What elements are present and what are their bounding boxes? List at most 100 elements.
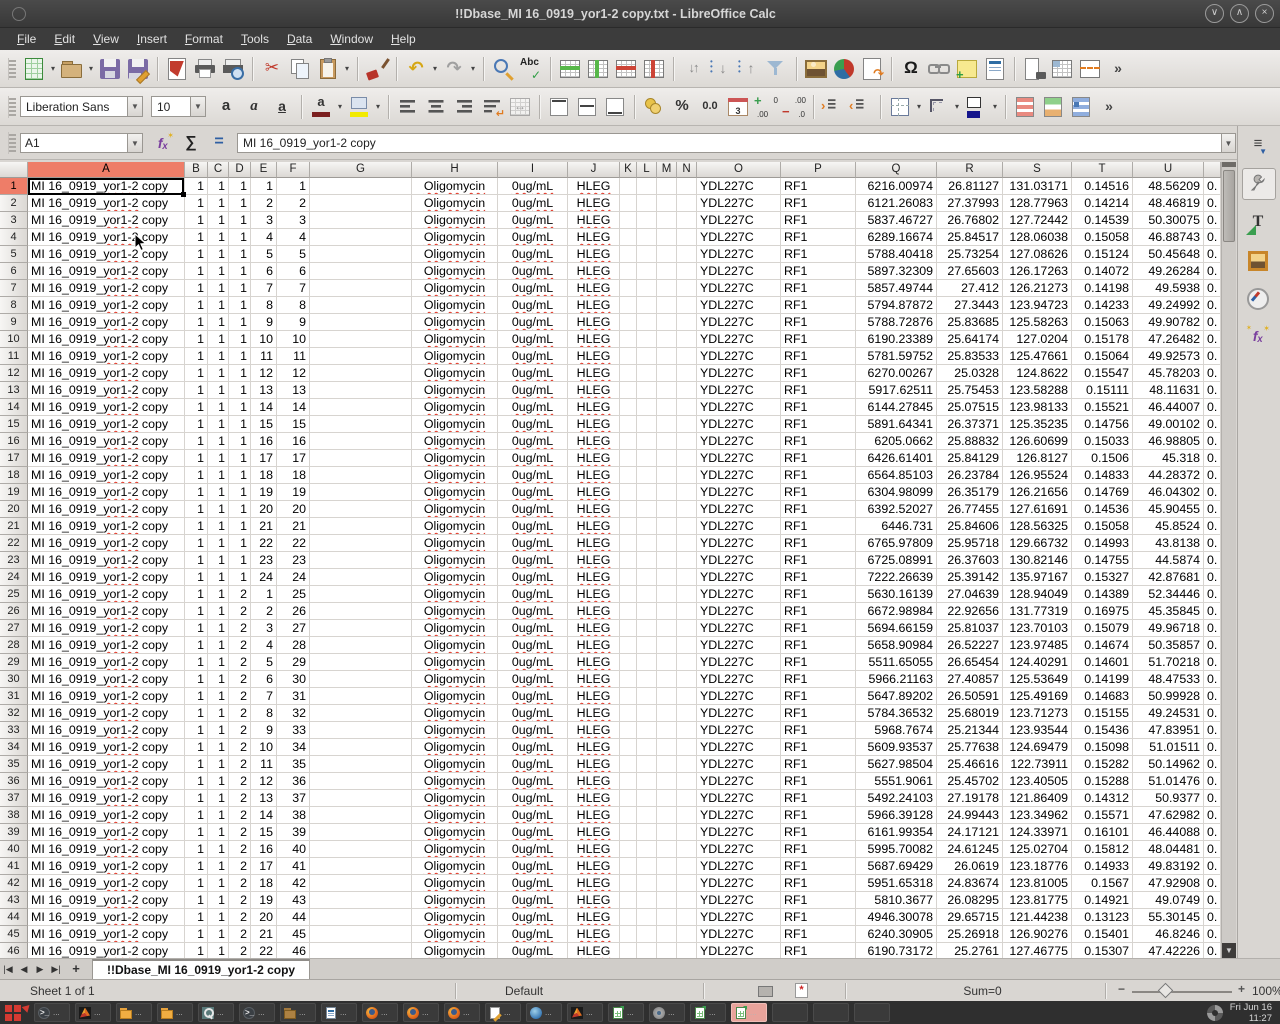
- cell-U21[interactable]: 45.8524: [1133, 518, 1204, 535]
- cell-S17[interactable]: 126.8127: [1003, 450, 1072, 467]
- cell-J24[interactable]: HLEG: [568, 569, 620, 586]
- row-header-18[interactable]: 18: [0, 467, 28, 484]
- cell-G3[interactable]: [310, 212, 412, 229]
- cell-I31[interactable]: 0ug/mL: [498, 688, 568, 705]
- sidebar-tab-navigator[interactable]: [1243, 284, 1275, 314]
- cell-G12[interactable]: [310, 365, 412, 382]
- sort-descending-icon[interactable]: •••↑: [736, 56, 762, 82]
- cell-E15[interactable]: 15: [251, 416, 277, 433]
- cell-U6[interactable]: 49.26284: [1133, 263, 1204, 280]
- cell-J41[interactable]: HLEG: [568, 858, 620, 875]
- cell-E1[interactable]: 1: [251, 178, 277, 195]
- cell-E43[interactable]: 19: [251, 892, 277, 909]
- cell-B40[interactable]: 1: [185, 841, 208, 858]
- cell-Q3[interactable]: 5837.46727: [856, 212, 937, 229]
- cell-J20[interactable]: HLEG: [568, 501, 620, 518]
- cell-A21[interactable]: MI 16_0919_yor1-2 copy: [28, 518, 185, 535]
- row-header-27[interactable]: 27: [0, 620, 28, 637]
- cell-S15[interactable]: 125.35235: [1003, 416, 1072, 433]
- cell-N26[interactable]: [677, 603, 697, 620]
- cell-T41[interactable]: 0.14933: [1072, 858, 1133, 875]
- cell-D26[interactable]: 2: [229, 603, 251, 620]
- cell-G46[interactable]: [310, 943, 412, 958]
- cell-V31[interactable]: 0.: [1204, 688, 1221, 705]
- cell-O19[interactable]: YDL227C: [697, 484, 781, 501]
- cell-F11[interactable]: 11: [277, 348, 310, 365]
- cell-E21[interactable]: 21: [251, 518, 277, 535]
- cell-P33[interactable]: RF1: [781, 722, 856, 739]
- cell-V14[interactable]: 0.: [1204, 399, 1221, 416]
- cell-M32[interactable]: [657, 705, 677, 722]
- menu-tools[interactable]: Tools: [232, 30, 278, 48]
- cell-B12[interactable]: 1: [185, 365, 208, 382]
- cell-M20[interactable]: [657, 501, 677, 518]
- row-header-45[interactable]: 45: [0, 926, 28, 943]
- cell-J25[interactable]: HLEG: [568, 586, 620, 603]
- cell-N33[interactable]: [677, 722, 697, 739]
- calc-document-icon[interactable]: [693, 1006, 707, 1020]
- row-header-23[interactable]: 23: [0, 552, 28, 569]
- cell-Q32[interactable]: 5784.36532: [856, 705, 937, 722]
- cell-C13[interactable]: 1: [208, 382, 229, 399]
- increase-indent-icon[interactable]: ›: [820, 94, 846, 120]
- zoom-in-icon[interactable]: +: [1238, 982, 1245, 996]
- taskbar-item-firefox[interactable]: ...: [444, 1003, 480, 1022]
- cell-G7[interactable]: [310, 280, 412, 297]
- cell-O6[interactable]: YDL227C: [697, 263, 781, 280]
- cell-T13[interactable]: 0.15111: [1072, 382, 1133, 399]
- cell-B9[interactable]: 1: [185, 314, 208, 331]
- cell-L21[interactable]: [637, 518, 657, 535]
- cell-C39[interactable]: 1: [208, 824, 229, 841]
- cell-J38[interactable]: HLEG: [568, 807, 620, 824]
- cell-R15[interactable]: 26.37371: [937, 416, 1003, 433]
- cell-H34[interactable]: Oligomycin: [412, 739, 498, 756]
- cell-O41[interactable]: YDL227C: [697, 858, 781, 875]
- menu-edit[interactable]: Edit: [45, 30, 84, 48]
- cell-T12[interactable]: 0.15547: [1072, 365, 1133, 382]
- cell-R36[interactable]: 25.45702: [937, 773, 1003, 790]
- cell-U18[interactable]: 44.28372: [1133, 467, 1204, 484]
- cell-R30[interactable]: 27.40857: [937, 671, 1003, 688]
- cell-U13[interactable]: 48.11631: [1133, 382, 1204, 399]
- cell-D30[interactable]: 2: [229, 671, 251, 688]
- title-bar[interactable]: !!Dbase_MI 16_0919_yor1-2 copy.txt - Lib…: [0, 0, 1280, 28]
- cell-S6[interactable]: 126.17263: [1003, 263, 1072, 280]
- cell-D31[interactable]: 2: [229, 688, 251, 705]
- cell-P5[interactable]: RF1: [781, 246, 856, 263]
- cell-O44[interactable]: YDL227C: [697, 909, 781, 926]
- cell-S29[interactable]: 124.40291: [1003, 654, 1072, 671]
- cell-M25[interactable]: [657, 586, 677, 603]
- scrollbar-thumb[interactable]: [1223, 170, 1235, 242]
- cell-L30[interactable]: [637, 671, 657, 688]
- cell-M41[interactable]: [657, 858, 677, 875]
- cell-L41[interactable]: [637, 858, 657, 875]
- cell-P19[interactable]: RF1: [781, 484, 856, 501]
- column-header-O[interactable]: O: [697, 162, 781, 178]
- cell-N38[interactable]: [677, 807, 697, 824]
- cell-P9[interactable]: RF1: [781, 314, 856, 331]
- cell-M15[interactable]: [657, 416, 677, 433]
- cell-S19[interactable]: 126.21656: [1003, 484, 1072, 501]
- cell-Q25[interactable]: 5630.16139: [856, 586, 937, 603]
- cell-V42[interactable]: 0.: [1204, 875, 1221, 892]
- formula-input[interactable]: MI 16_0919_yor1-2 copy: [237, 133, 1222, 153]
- cell-B32[interactable]: 1: [185, 705, 208, 722]
- cell-S35[interactable]: 122.73911: [1003, 756, 1072, 773]
- cell-C40[interactable]: 1: [208, 841, 229, 858]
- cell-I42[interactable]: 0ug/mL: [498, 875, 568, 892]
- cell-H31[interactable]: Oligomycin: [412, 688, 498, 705]
- cell-J1[interactable]: HLEG: [568, 178, 620, 195]
- taskbar-item-matlab[interactable]: ...: [75, 1003, 111, 1022]
- cell-G4[interactable]: [310, 229, 412, 246]
- cell-H30[interactable]: Oligomycin: [412, 671, 498, 688]
- cell-S13[interactable]: 123.58288: [1003, 382, 1072, 399]
- cell-D14[interactable]: 1: [229, 399, 251, 416]
- cell-G19[interactable]: [310, 484, 412, 501]
- sidebar-tab-sidebar-settings[interactable]: ≡▼: [1243, 130, 1275, 160]
- cell-S32[interactable]: 123.71273: [1003, 705, 1072, 722]
- cell-T18[interactable]: 0.14833: [1072, 467, 1133, 484]
- cell-A1[interactable]: MI 16_0919_yor1-2 copy: [28, 178, 185, 195]
- cell-C28[interactable]: 1: [208, 637, 229, 654]
- clone-formatting-icon[interactable]: [364, 56, 390, 82]
- sum-icon[interactable]: ∑: [179, 131, 203, 155]
